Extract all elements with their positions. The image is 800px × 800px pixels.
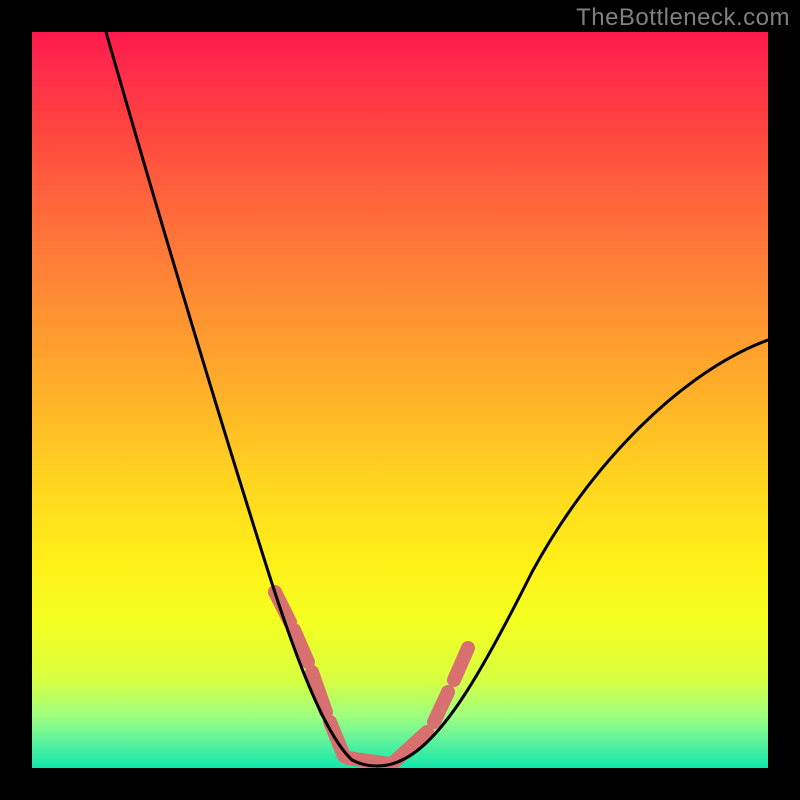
bottleneck-curve (106, 32, 768, 766)
curve-thick-marks (275, 592, 468, 764)
plot-area (32, 32, 768, 768)
chart-frame: TheBottleneck.com (0, 0, 800, 800)
watermark-text: TheBottleneck.com (576, 4, 790, 32)
bottleneck-curve-svg (32, 32, 768, 768)
